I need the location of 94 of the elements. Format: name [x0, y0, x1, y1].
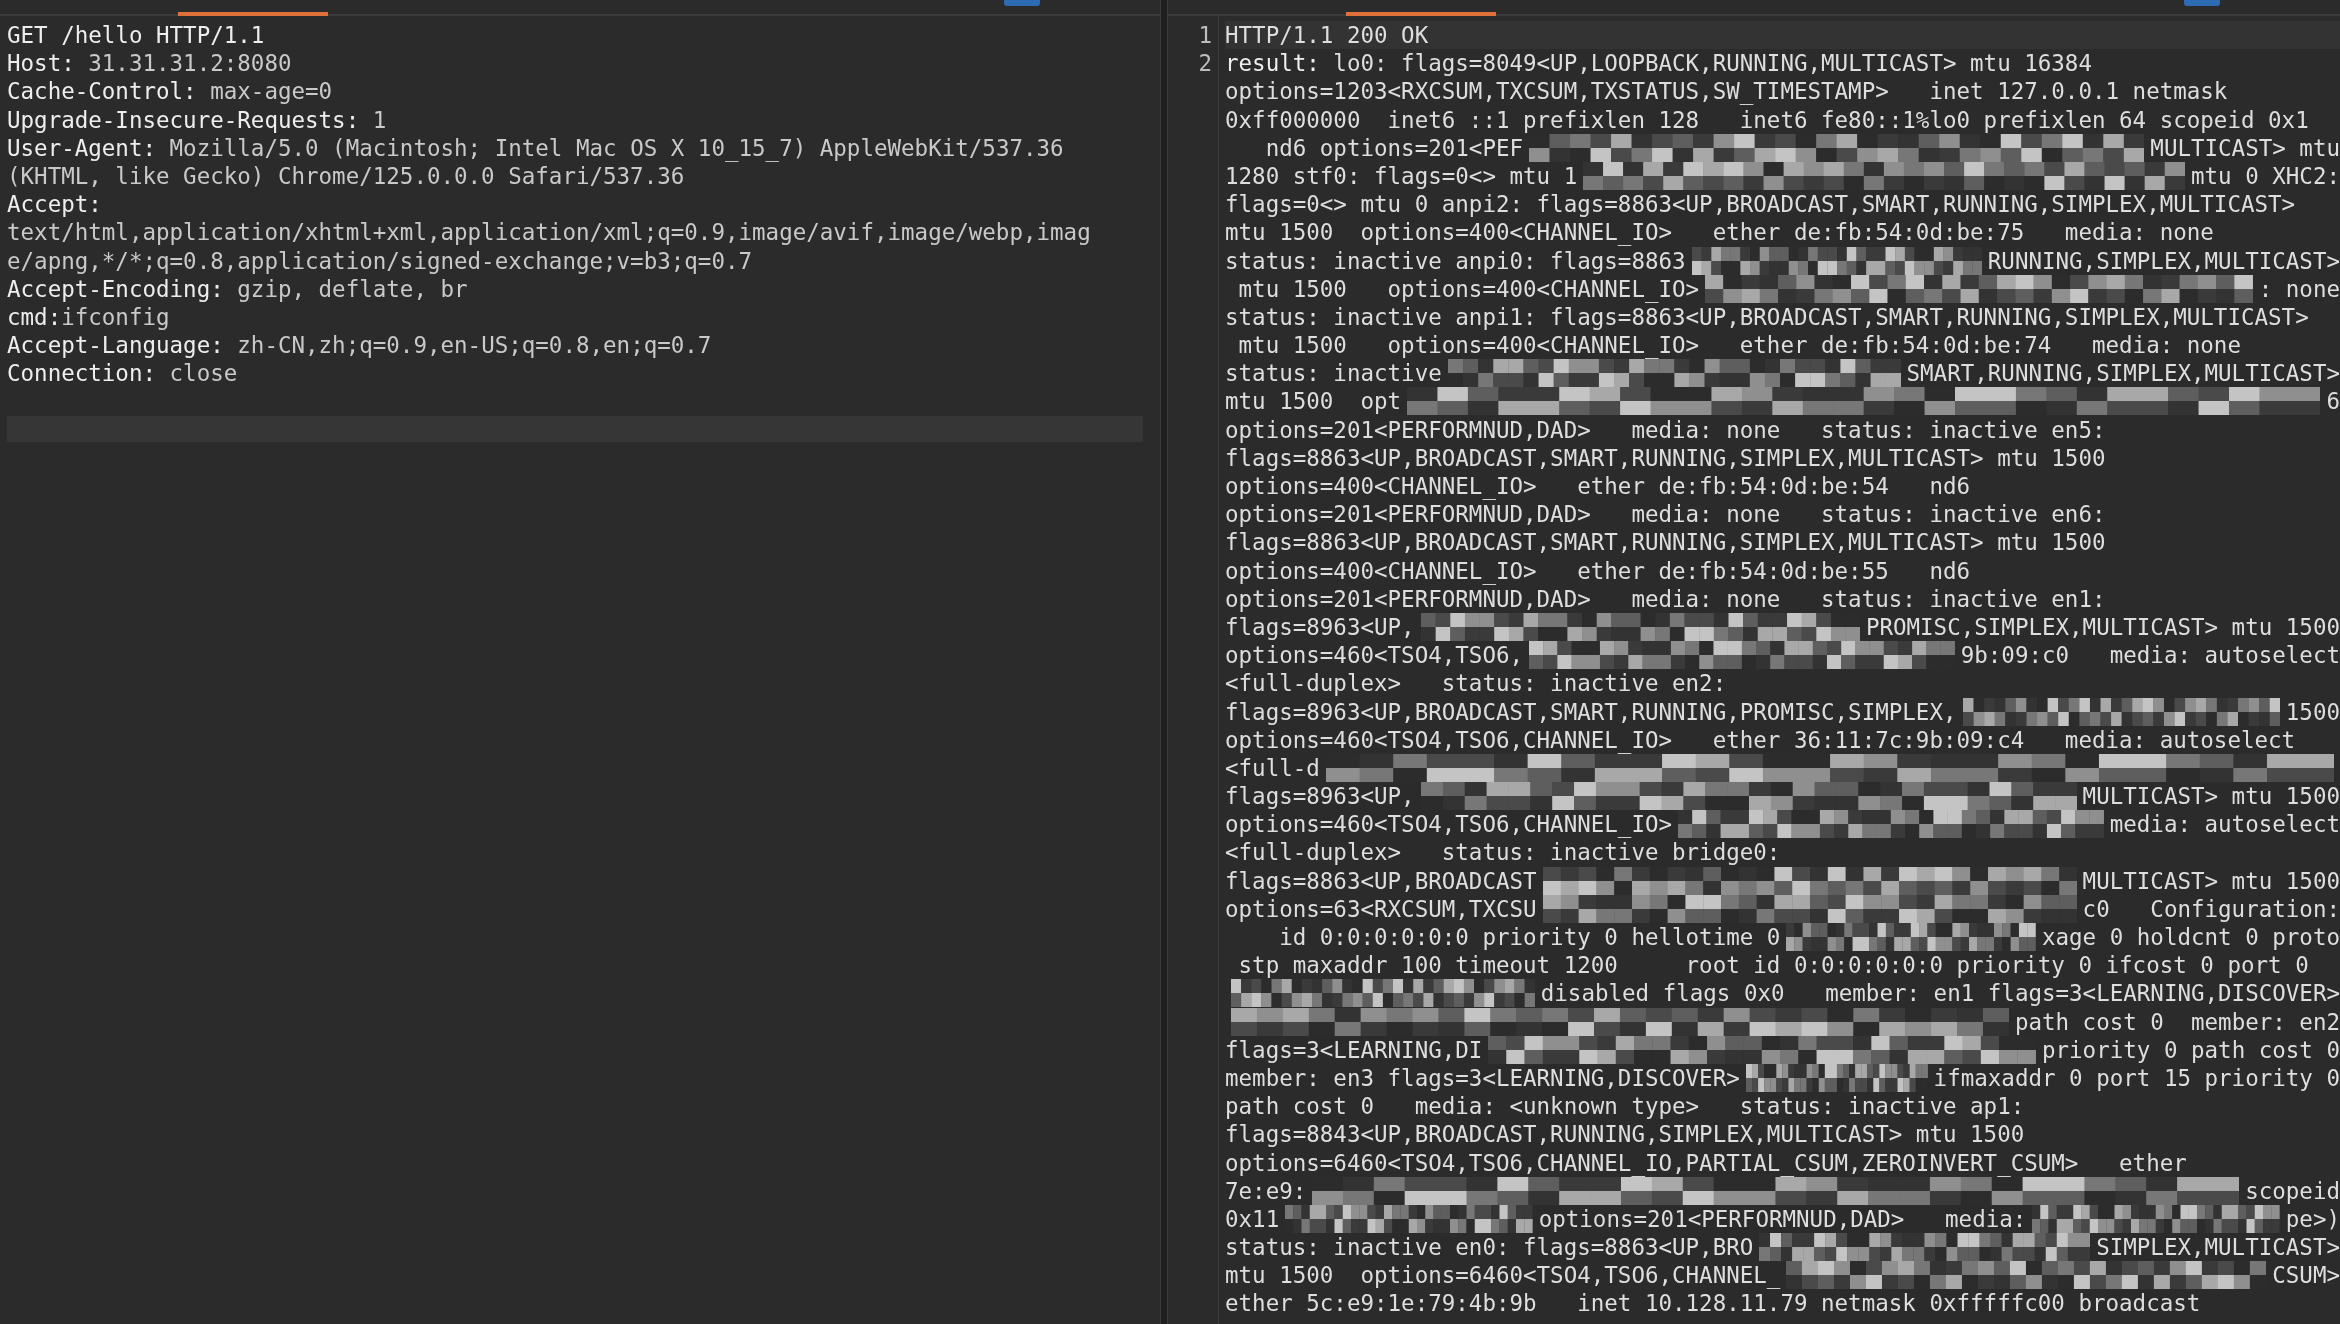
code-text: PROMISC,SIMPLEX,MULTICAST> mtu 1500 [1865, 612, 2340, 642]
code-text: mtu 1500 options=400<CHANNEL_IO> ether de:fb:54:0d:be:74 media: none [1237, 331, 2241, 360]
code-text: options=201<PERFORMNUD,DAD> media: none status: inactive en5: [1225, 415, 2106, 444]
code-text: MULTICAST> mtu [2150, 133, 2340, 162]
code-text: options=6460<TSO4,TSO6,CHANNEL_IO,PARTIAL_CSUM,ZEROINVERT_CSUM> ether [1225, 1148, 2187, 1177]
header-name: Accept: [7, 190, 102, 219]
header-value: Mozilla/5.0 (Macintosh; Intel Mac OS X 10_15_7) AppleWebKit/537.36 [168, 133, 1064, 162]
code-text: SMART,RUNNING,SIMPLEX,MULTICAST> [1906, 359, 2340, 388]
code-text: 0xff000000 inet6 ::1 prefixlen 128 inet6 fe80::1%lo0 prefixlen 64 scopeid 0x1 [1225, 105, 2309, 134]
code-text: mtu 1500 options=400<CHANNEL_IO> [1237, 274, 1700, 303]
header-value: 1 [371, 105, 387, 134]
toolbar-button[interactable] [2184, 0, 2220, 6]
code-text: options=201<PERFORMNUD,DAD> media: none status: inactive en1: [1225, 585, 2106, 613]
code-text: ifmaxaddr 0 port 15 priority 0 [1933, 1063, 2340, 1093]
code-text: flags=3<LEARNING,DI [1225, 1035, 1483, 1064]
code-text: 1500 [2285, 697, 2340, 726]
code-text: flags=8963<UP,BROADCAST,SMART,RUNNING,PROMISC,SIMPLEX, [1225, 697, 1957, 726]
code-text: options=201<PERFORMNUD,DAD> media: none status: inactive en6: [1225, 500, 2106, 529]
header-name: User-Agent: [7, 133, 156, 162]
code-text: mtu 1500 options=6460<TSO4,TSO6,CHANNEL_ [1225, 1261, 1781, 1290]
code-text: options=63<RXCSUM,TXCSU [1225, 894, 1537, 923]
code-text: result: [1225, 49, 1320, 78]
code-text: <full-d [1225, 754, 1320, 783]
line-number: 1 [1198, 21, 1212, 50]
code-text: media: autoselect [2109, 810, 2340, 839]
header-name: Cache-Control: [7, 77, 197, 106]
code-text: stp maxaddr 100 timeout 1200 root id 0:0:0:0:0:0 priority 0 ifcost 0 port 0 [1237, 951, 2309, 980]
code-text: MULTICAST> mtu 1500 [2082, 782, 2340, 811]
code-text: 9b:09:c0 media: autoselect [1960, 641, 2340, 670]
code-text: options=1203<RXCSUM,TXCSUM,TXSTATUS,SW_TIMESTAMP> inet 127.0.0.1 netmask [1225, 77, 2228, 106]
code-text: priority 0 path cost 0 [2042, 1035, 2340, 1064]
code-text: options=201<PERFORMNUD,DAD> media: [1538, 1204, 2027, 1234]
code-text: <full-duplex> status: inactive bridge0: [1225, 838, 1781, 867]
code-text: xage 0 holdcnt 0 proto [2042, 923, 2340, 952]
code-text: lo0: flags=8049<UP,LOOPBACK,RUNNING,MULTICAST> mtu 16384 [1332, 49, 2092, 78]
header-value: close [168, 359, 238, 388]
code-text: options=400<CHANNEL_IO> ether de:fb:54:0d:be:55 nd6 [1225, 556, 1971, 585]
code-text: RUNNING,SIMPLEX,MULTICAST> [1987, 246, 2340, 275]
header-value: gzip, deflate, br [236, 274, 468, 303]
code-text: id 0:0:0:0:0:0 priority 0 hellotime 0 [1278, 923, 1781, 952]
header-name: Upgrade-Insecure-Requests: [7, 105, 360, 134]
code-text: 0x11 [1225, 1204, 1280, 1234]
code-text: CSUM> [2272, 1261, 2340, 1290]
header-value: text/html,application/xhtml+xml,application/xml;q=0.9,image/avif,image/webp,imag [7, 218, 1091, 247]
code-text: flags=0<> mtu 0 anpi2: flags=8863<UP,BROADCAST,SMART,RUNNING,SIMPLEX,MULTICAST> [1225, 190, 2296, 219]
header-name: Accept-Encoding: [7, 274, 224, 303]
header-value: max-age=0 [209, 77, 333, 106]
line-number: 2 [1198, 49, 1212, 78]
code-text: status: inactive en0: flags=8863<UP,BRO [1225, 1233, 1754, 1262]
code-text: flags=8843<UP,BROADCAST,RUNNING,SIMPLEX,MULTICAST> mtu 1500 [1225, 1120, 2025, 1149]
code-text: scopeid [2245, 1176, 2340, 1205]
code-text: mtu 1500 opt [1225, 387, 1402, 416]
code-text: flags=8863<UP,BROADCAST,SMART,RUNNING,SIMPLEX,MULTICAST> mtu 1500 [1225, 443, 2106, 472]
code-text: disabled flags 0x0 member: en1 flags=3<LEARNING,DISCOVER> [1540, 979, 2340, 1008]
code-text: path cost 0 member: en2 [2014, 1007, 2340, 1036]
code-text: options=400<CHANNEL_IO> ether de:fb:54:0d:be:54 nd6 [1225, 472, 1971, 501]
header-value: zh-CN,zh;q=0.9,en-US;q=0.8,en;q=0.7 [236, 331, 712, 360]
code-text: flags=8863<UP,BROADCAST [1225, 866, 1537, 895]
header-value: e/apng,*/*;q=0.8,application/signed-exchange;v=b3;q=0.7 [7, 246, 753, 275]
panel-splitter[interactable] [1160, 0, 1168, 1324]
header-value: ifconfig [61, 302, 170, 332]
code-text: <full-duplex> status: inactive en2: [1225, 669, 1727, 698]
code-text: status: inactive anpi1: flags=8863<UP,BROADCAST,SMART,RUNNING,SIMPLEX,MULTICAST> [1225, 303, 2309, 332]
header-name: Accept-Language: [7, 331, 224, 360]
toolbar-button[interactable] [1004, 0, 1040, 6]
header-name: GET /hello HTTP/1.1 [7, 21, 265, 50]
code-text: c0 Configuration: [2082, 894, 2340, 923]
code-text: options=460<TSO4,TSO6, [1225, 641, 1523, 670]
code-text: options=460<TSO4,TSO6,CHANNEL_IO> [1225, 810, 1673, 839]
code-text: 6 [2326, 387, 2340, 416]
code-text: 7e:e9: [1225, 1177, 1307, 1205]
code-text: member: en3 flags=3<LEARNING,DISCOVER> [1225, 1063, 1740, 1093]
code-text: mtu 1500 options=400<CHANNEL_IO> ether de:fb:54:0d:be:75 media: none [1225, 218, 2214, 247]
code-text: mtu 0 XHC2: [2191, 161, 2340, 191]
header-name: Connection: [7, 359, 156, 388]
code-text: nd6 options=201<PEF [1264, 133, 1523, 162]
code-text: status: inactive anpi0: flags=8863 [1225, 246, 1686, 275]
code-text: SIMPLEX,MULTICAST> [2096, 1233, 2340, 1262]
code-text: pe>) [2285, 1204, 2340, 1234]
code-text: HTTP/1.1 200 OK [1225, 21, 1429, 50]
code-text: path cost 0 media: <unknown type> status: inactive ap1: [1225, 1092, 2025, 1121]
code-text: flags=8863<UP,BROADCAST,SMART,RUNNING,SIMPLEX,MULTICAST> mtu 1500 [1225, 528, 2106, 557]
header-value: (KHTML, like Gecko) Chrome/125.0.0.0 Safari/537.36 [7, 161, 685, 191]
code-text: status: inactive [1225, 359, 1442, 388]
code-text: flags=8963<UP, [1225, 612, 1415, 642]
code-text: options=460<TSO4,TSO6,CHANNEL_IO> ether 36:11:7c:9b:09:c4 media: autoselect [1225, 725, 2296, 754]
code-text: : none [2258, 274, 2340, 303]
code-text: ether 5c:e9:1e:79:4b:9b inet 10.128.11.79 netmask 0xfffffc00 broadcast [1225, 1289, 2201, 1318]
header-name: cmd: [7, 302, 62, 332]
header-name: Host: [7, 49, 75, 78]
header-value: 31.31.31.2:8080 [87, 49, 292, 78]
code-text: MULTICAST> mtu 1500 [2082, 866, 2340, 895]
code-text: 1280 stf0: flags=0<> mtu 1 [1225, 161, 1578, 191]
code-text: flags=8963<UP, [1225, 782, 1415, 811]
